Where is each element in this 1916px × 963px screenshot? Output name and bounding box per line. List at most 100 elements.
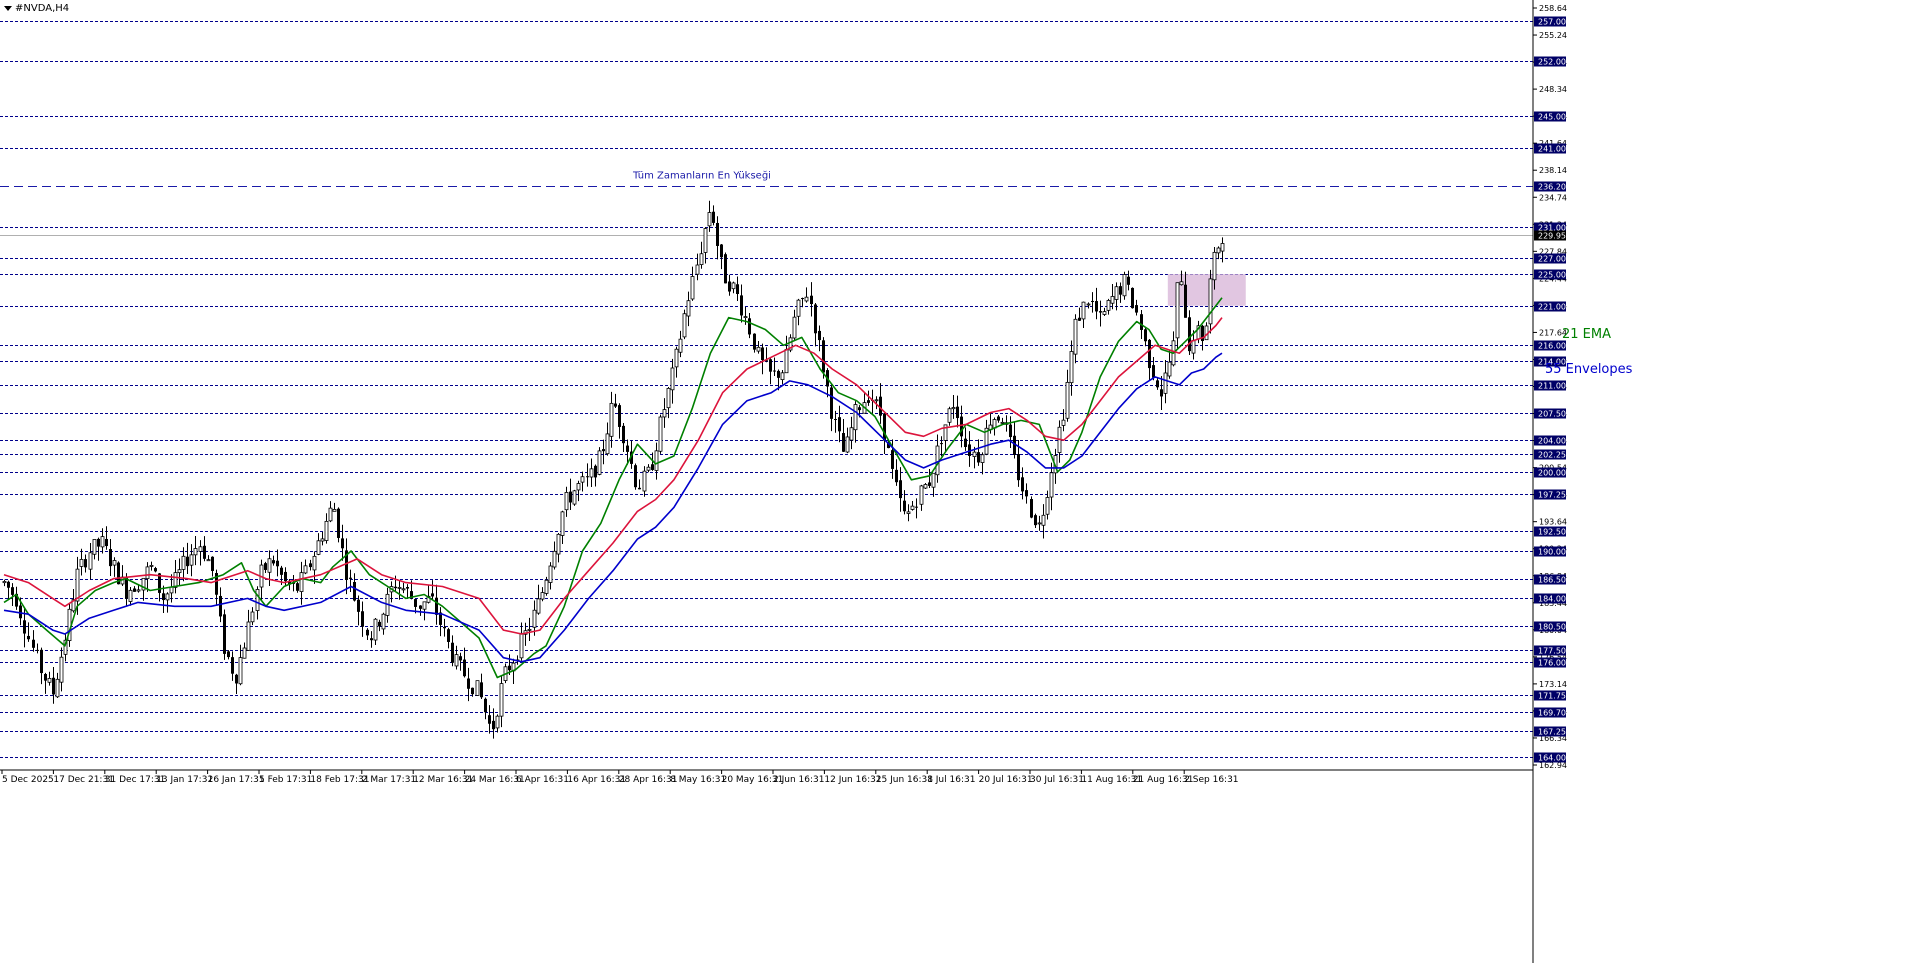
- resistance-zone: [1167, 274, 1246, 306]
- candle: [1102, 307, 1107, 317]
- candle: [695, 253, 700, 281]
- candle-body-up: [564, 492, 569, 511]
- candle: [984, 419, 989, 456]
- candle-body-up: [931, 472, 936, 488]
- candle-body-down: [1148, 339, 1151, 369]
- candle-body-down: [997, 416, 1000, 421]
- candle-body-down: [940, 443, 943, 445]
- candle: [459, 652, 462, 671]
- x-tick-label: 8 May 16:31: [670, 775, 726, 785]
- candle: [586, 463, 589, 487]
- candle-body-up: [267, 558, 272, 573]
- candle: [296, 581, 299, 593]
- candle: [88, 543, 93, 580]
- candle-body-up: [1179, 281, 1184, 286]
- candle-body-down: [728, 281, 731, 292]
- candle-body-down: [272, 560, 275, 564]
- candle-body-down: [133, 588, 136, 592]
- candle: [1204, 322, 1209, 341]
- candle: [728, 274, 731, 296]
- candle-body-up: [690, 276, 695, 300]
- candle-body-up: [238, 657, 243, 685]
- candle: [1167, 350, 1172, 379]
- candle-body-down: [1184, 284, 1187, 318]
- candle: [242, 642, 247, 659]
- candle: [951, 394, 956, 419]
- candle: [1073, 314, 1078, 364]
- candle: [203, 536, 206, 562]
- candle: [849, 416, 854, 450]
- candle-body-up: [1069, 351, 1074, 384]
- candle: [1009, 416, 1012, 448]
- candle: [853, 401, 858, 443]
- candle-body-down: [1152, 365, 1155, 378]
- candle: [654, 442, 659, 480]
- candle-body-up: [165, 593, 170, 601]
- candle: [572, 489, 577, 506]
- price-chart[interactable]: 258.64255.24251.84248.34245.04241.64238.…: [0, 0, 1916, 963]
- candle: [366, 628, 369, 641]
- candle-body-up: [1045, 497, 1050, 515]
- candle: [1171, 331, 1176, 367]
- candle-body-down: [280, 567, 283, 575]
- candle-body-up: [548, 565, 553, 583]
- x-tick-label: 25 Jun 16:31: [876, 775, 933, 785]
- candle-body-down: [602, 449, 605, 452]
- candle-body-up: [136, 589, 141, 592]
- candle: [1106, 298, 1111, 315]
- candle-body-down: [1078, 317, 1081, 321]
- candle: [915, 498, 918, 519]
- candle: [55, 672, 60, 699]
- candle: [419, 605, 422, 616]
- candle-body-up: [1208, 278, 1213, 325]
- candle-body-up: [980, 454, 985, 463]
- current-price-label: 229.95: [1538, 232, 1566, 241]
- candle: [753, 333, 756, 353]
- candle: [1081, 301, 1086, 329]
- x-tick-label: 2 Jun 16:31: [773, 775, 824, 785]
- candle-body-up: [552, 550, 557, 568]
- candle: [943, 424, 948, 453]
- candle-body-up: [149, 564, 154, 567]
- x-tick-label: 18 Feb 17:31: [310, 775, 369, 785]
- candle-body-down: [162, 593, 165, 601]
- candle: [910, 500, 915, 511]
- candle: [2, 579, 7, 587]
- candle: [1119, 282, 1122, 303]
- candle: [761, 343, 764, 375]
- candle: [227, 650, 230, 660]
- candle-body-up: [373, 618, 378, 641]
- candle: [357, 595, 360, 626]
- candle: [128, 587, 133, 606]
- candle: [552, 541, 557, 570]
- candle-body-down: [419, 605, 422, 609]
- candle: [634, 463, 637, 490]
- candle: [215, 569, 218, 606]
- candle-body-down: [834, 418, 837, 420]
- candle-body-down: [349, 577, 352, 579]
- candle: [389, 581, 394, 603]
- candle: [231, 651, 234, 681]
- candle-body-up: [1081, 301, 1086, 320]
- candle-body-up: [312, 555, 317, 571]
- candle-body-down: [1135, 305, 1138, 313]
- candle-body-down: [105, 538, 108, 547]
- candle-body-down: [1188, 317, 1191, 352]
- candle: [931, 472, 936, 497]
- candle-body-up: [250, 611, 255, 623]
- candle-body-up: [609, 402, 614, 437]
- candle-body-down: [964, 438, 967, 448]
- candle-body-down: [23, 620, 26, 634]
- candle: [109, 538, 112, 577]
- candle-body-up: [536, 598, 541, 614]
- candle-body-down: [484, 698, 487, 713]
- x-tick-label: 12 Jun 16:31: [824, 775, 881, 785]
- candle: [1025, 483, 1028, 504]
- candle-body-down: [231, 657, 234, 674]
- candle-body-down: [830, 387, 833, 419]
- x-tick-label: 26 Jan 17:31: [208, 775, 265, 785]
- candle: [724, 252, 727, 284]
- candle: [678, 330, 683, 358]
- level-tag-label: 225.00: [1538, 271, 1566, 280]
- symbol-title[interactable]: #NVDA,H4: [4, 3, 69, 14]
